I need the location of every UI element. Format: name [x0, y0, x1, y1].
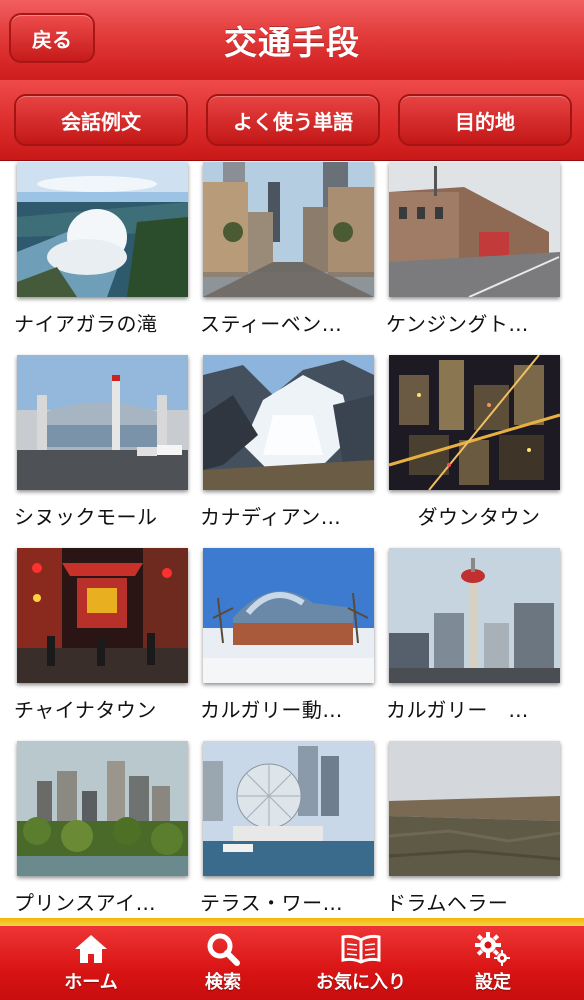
common-words-button[interactable]: よく使う単語	[206, 94, 380, 146]
place-caption: チャイナタウン	[14, 698, 157, 722]
place-item-drumheller[interactable]: ドラムヘラー	[386, 739, 576, 920]
calgary-tower-photo	[389, 548, 560, 683]
search-icon	[203, 930, 243, 968]
niagara-falls-photo	[17, 162, 188, 297]
tab-settings[interactable]: 設定	[420, 926, 566, 1000]
place-item-calgary-tower[interactable]: カルガリー …	[386, 546, 576, 739]
place-caption: ダウンタウン	[417, 505, 541, 529]
stephen-avenue-photo	[203, 162, 374, 297]
tab-bar: ホーム 検索 お気に入り 設定	[0, 926, 584, 1000]
place-item-canadian-rockies[interactable]: カナディアン…	[200, 353, 390, 546]
place-item-kensington[interactable]: ケンジングト…	[386, 160, 576, 353]
tab-bar-divider	[0, 918, 584, 926]
home-icon	[71, 930, 111, 968]
drumheller-photo	[389, 741, 560, 876]
tab-search[interactable]: 検索	[150, 926, 296, 1000]
place-caption: ドラムヘラー	[386, 891, 509, 915]
category-bar: 会話例文 よく使う単語 目的地	[0, 80, 584, 161]
app-screen: 交通手段 戻る 会話例文 よく使う単語 目的地 ナイアガラの滝 スティーベン… …	[0, 0, 584, 1000]
science-world-photo	[203, 741, 374, 876]
tab-label: お気に入り	[316, 972, 406, 993]
destinations-button[interactable]: 目的地	[398, 94, 572, 146]
chinatown-photo	[17, 548, 188, 683]
place-caption: カルガリー動…	[200, 698, 343, 722]
place-item-calgary-zoo[interactable]: カルガリー動…	[200, 546, 390, 739]
downtown-night-photo	[389, 355, 560, 490]
gear-icon	[473, 930, 513, 968]
tab-label: 検索	[205, 972, 241, 993]
kensington-street-photo	[389, 162, 560, 297]
canadian-rockies-glacier-photo	[203, 355, 374, 490]
tab-label: ホーム	[64, 972, 118, 993]
conversation-examples-button[interactable]: 会話例文	[14, 94, 188, 146]
place-item-chinatown[interactable]: チャイナタウン	[14, 546, 204, 739]
place-item-stephen-avenue[interactable]: スティーベン…	[200, 160, 390, 353]
place-caption: スティーベン…	[200, 312, 343, 336]
chinook-mall-photo	[17, 355, 188, 490]
place-caption: シヌックモール	[14, 505, 158, 529]
place-caption: プリンスアイ…	[14, 891, 157, 915]
prince-island-photo	[17, 741, 188, 876]
place-caption: ナイアガラの滝	[14, 312, 158, 336]
place-item-prince-island[interactable]: プリンスアイ…	[14, 739, 204, 920]
place-item-chinook-mall[interactable]: シヌックモール	[14, 353, 204, 546]
destination-grid: ナイアガラの滝 スティーベン… ケンジングト… シヌックモール カナディアン… …	[0, 160, 584, 920]
tab-favorites[interactable]: お気に入り	[288, 926, 434, 1000]
place-caption: テラス・ワー…	[200, 891, 344, 915]
place-caption: カナディアン…	[200, 505, 342, 529]
book-icon	[341, 930, 381, 968]
tab-home[interactable]: ホーム	[18, 926, 164, 1000]
place-item-niagara[interactable]: ナイアガラの滝	[14, 160, 204, 353]
place-item-downtown[interactable]: ダウンタウン	[386, 353, 576, 546]
place-caption: カルガリー …	[386, 698, 529, 722]
back-button[interactable]: 戻る	[9, 13, 95, 63]
place-caption: ケンジングト…	[386, 312, 529, 336]
place-item-science-world[interactable]: テラス・ワー…	[200, 739, 390, 920]
navigation-bar: 交通手段 戻る	[0, 0, 584, 81]
tab-label: 設定	[475, 972, 511, 993]
calgary-zoo-photo	[203, 548, 374, 683]
